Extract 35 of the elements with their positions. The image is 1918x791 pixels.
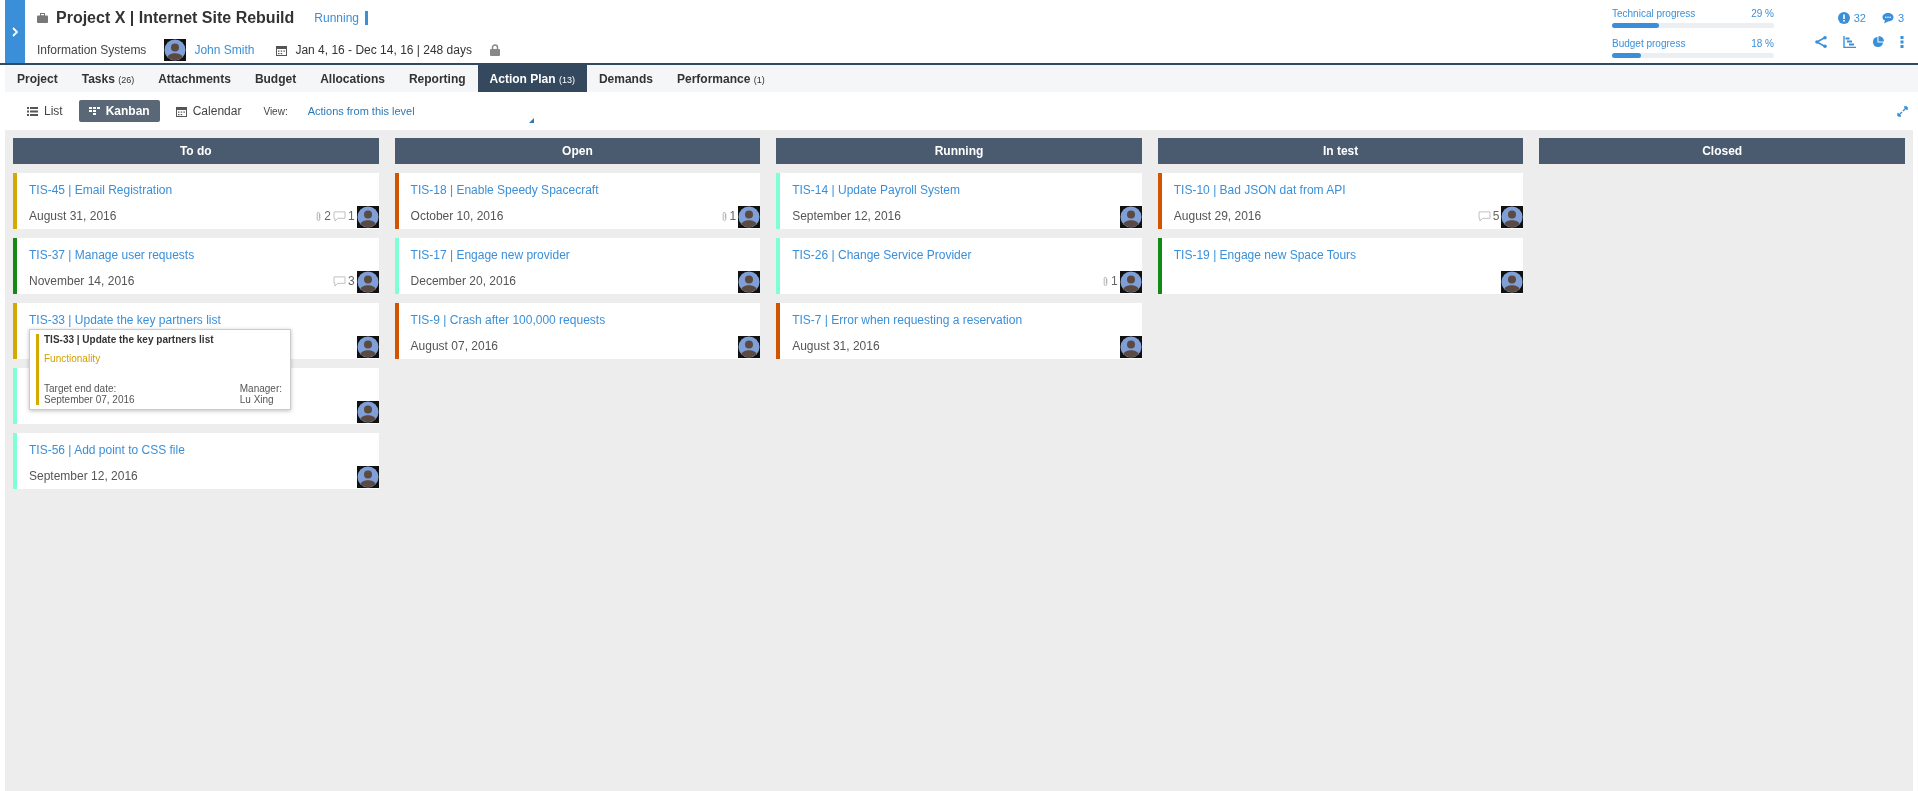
progress-reading: 18 %: [1751, 38, 1774, 49]
attachment-count: 1: [729, 209, 737, 223]
column-header: Running: [776, 138, 1142, 164]
due-date: August 29, 2016: [1173, 209, 1263, 225]
attachment-count: 1: [1111, 274, 1118, 288]
due-date: November 14, 2016: [29, 274, 136, 290]
column-header: Open: [394, 138, 761, 164]
progress-label: Budget progress: [1612, 38, 1686, 49]
date-label: Target end date:: [44, 383, 117, 394]
tooltip-category: Functionality: [44, 353, 102, 366]
comment-count: 3: [347, 274, 355, 288]
date-range: Jan 4, 16 - Dec 14, 16 | 248 days: [295, 43, 472, 57]
status-label: Running: [314, 11, 368, 25]
due-date: October 10, 2016: [410, 209, 505, 225]
due-date: September 12, 2016: [29, 469, 139, 485]
column-header: Closed: [1539, 138, 1905, 164]
attachment-count: 2: [324, 209, 331, 223]
manager-label: Manager:: [239, 383, 282, 394]
progress-reading: 29 %: [1751, 8, 1774, 19]
view-label: View:: [263, 105, 288, 117]
project-title: Project X | Internet Site Rebuild: [56, 9, 295, 27]
due-date: August 07, 2016: [410, 339, 499, 355]
due-date: August 31, 2016: [29, 209, 118, 225]
due-date: August 31, 2016: [792, 339, 881, 355]
progress-label: Technical progress: [1612, 8, 1696, 19]
tooltip-title: TIS-33 | Update the key partners list: [44, 334, 215, 345]
comment-count: 1: [347, 209, 355, 223]
department-label: Information Systems: [37, 43, 147, 57]
column-header: In test: [1157, 138, 1524, 164]
target-date: September 07, 2016: [44, 394, 135, 405]
due-date: December 20, 2016: [410, 274, 517, 290]
manager-name: Lu Xing: [239, 394, 274, 405]
due-date: September 12, 2016: [792, 209, 902, 225]
column-header: To do: [13, 138, 379, 164]
comment-count: 5: [1492, 209, 1500, 223]
